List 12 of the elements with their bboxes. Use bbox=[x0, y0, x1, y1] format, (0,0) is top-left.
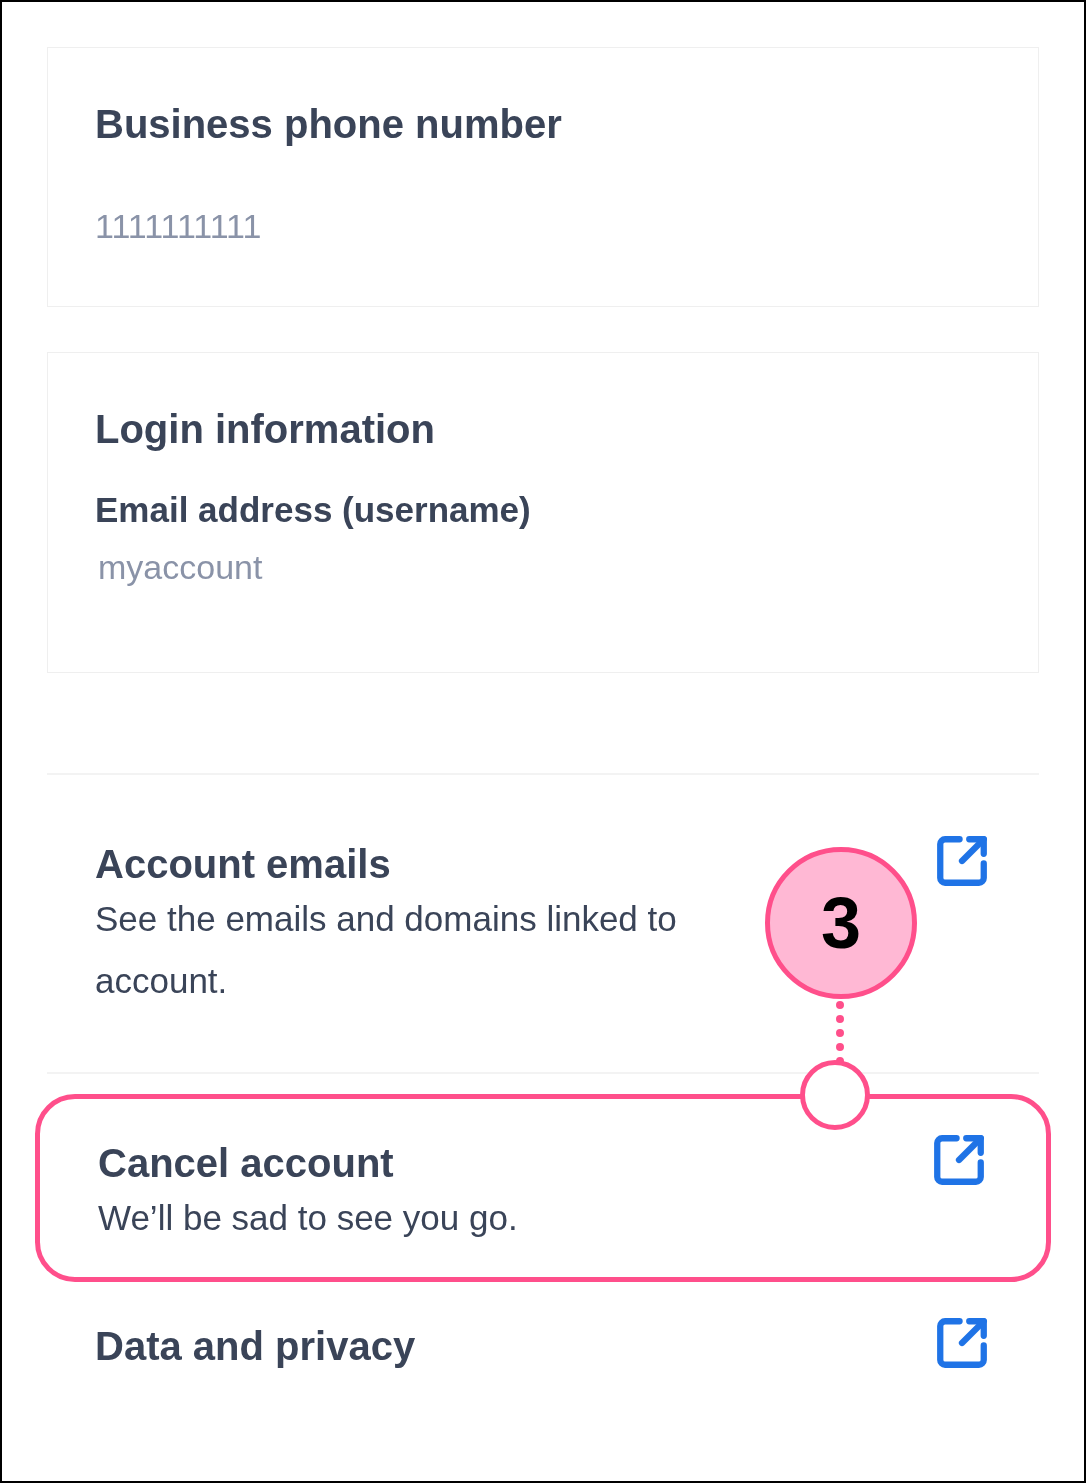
field-value: myaccount bbox=[98, 547, 264, 587]
link-title: Data and privacy bbox=[95, 1323, 416, 1370]
field-label: Email address (username) bbox=[95, 489, 532, 531]
link-description: We’ll be sad to see you go. bbox=[98, 1197, 518, 1239]
link-description: See the emails and domains linked to bbox=[95, 898, 677, 940]
card-title: Login information bbox=[95, 406, 436, 453]
link-title: Account emails bbox=[95, 841, 392, 888]
link-description: account. bbox=[95, 960, 229, 1002]
field-value: 1111111111 bbox=[95, 206, 263, 246]
link-title: Cancel account bbox=[98, 1140, 395, 1187]
card-title: Business phone number bbox=[95, 101, 563, 148]
callout-badge: 3 bbox=[765, 847, 917, 999]
